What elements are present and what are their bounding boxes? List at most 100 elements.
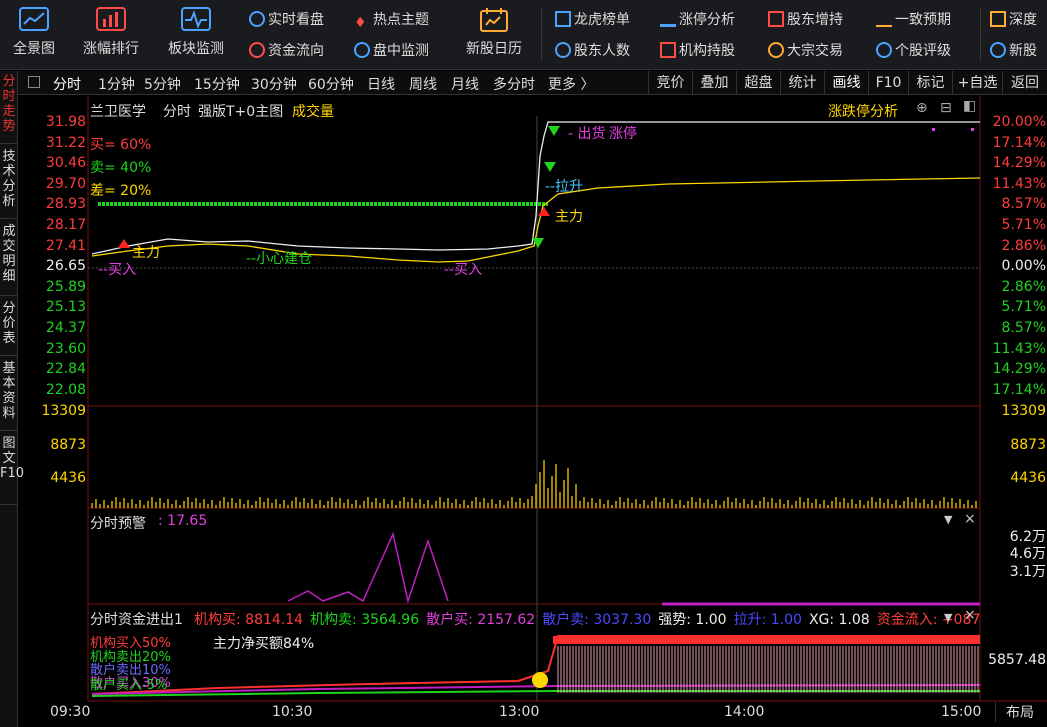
holder-increase-button[interactable]: 股东增持 bbox=[768, 9, 843, 31]
volume-label[interactable]: 成交量 bbox=[292, 101, 334, 121]
tab-trade-detail[interactable]: 成交明细 bbox=[0, 221, 18, 296]
tab-period-month[interactable]: 月线 bbox=[451, 74, 479, 94]
toolbar-divider bbox=[541, 8, 542, 60]
tab-period-1m[interactable]: 1分钟 bbox=[98, 74, 135, 94]
fund-legend-item: 散户卖: 3037.30 bbox=[542, 612, 652, 627]
warn-close-icon[interactable]: × bbox=[964, 511, 976, 527]
add-watchlist-button[interactable]: +自选 bbox=[952, 71, 1002, 95]
draw-line-button[interactable]: 画线 bbox=[824, 71, 868, 95]
panorama-button[interactable]: 全景图 bbox=[1, 4, 67, 66]
buy-marker bbox=[118, 239, 130, 248]
price-tick: 26.65 bbox=[45, 258, 86, 275]
fund-flow-button[interactable]: 资金流向 bbox=[249, 40, 324, 62]
limit-analysis-label[interactable]: 涨跌停分析 bbox=[828, 101, 898, 121]
holder-count-button[interactable]: 股东人数 bbox=[555, 40, 630, 62]
trend-up-icon bbox=[768, 11, 784, 27]
price-tick: 28.93 bbox=[45, 196, 86, 213]
tab-intraday[interactable]: 分时走势 bbox=[0, 71, 18, 144]
yen-icon bbox=[768, 42, 784, 58]
depth-icon bbox=[990, 11, 1006, 27]
fund-legend: 机构买: 8814.14 机构卖: 3564.96 散户买: 2157.62 散户卖:… bbox=[194, 609, 984, 627]
indicator-label[interactable]: 强版T+0主图 bbox=[198, 101, 283, 121]
f10-button[interactable]: F10 bbox=[868, 71, 908, 95]
back-button[interactable]: 返回 bbox=[1002, 71, 1047, 95]
intraday-monitor-button[interactable]: 盘中监测 bbox=[354, 40, 429, 62]
pct-tick: 11.43% bbox=[992, 175, 1046, 192]
tab-period-30m[interactable]: 30分钟 bbox=[251, 74, 297, 94]
chart-canvas[interactable] bbox=[18, 96, 1047, 727]
legend-diff: 差= 20% bbox=[90, 183, 152, 199]
tab-period-intraday[interactable]: 分时 bbox=[53, 74, 81, 94]
auction-button[interactable]: 竞价 bbox=[648, 71, 692, 95]
fund-close-icon[interactable]: × bbox=[964, 607, 976, 623]
price-tick: 25.89 bbox=[45, 278, 86, 295]
fund-dropdown-icon[interactable]: ▼ bbox=[944, 611, 952, 624]
pct-tick: 8.57% bbox=[1001, 196, 1046, 213]
layout-button[interactable]: 布局 bbox=[995, 702, 1034, 722]
tab-price-table[interactable]: 分价表 bbox=[0, 298, 18, 356]
sector-monitor-button[interactable]: 板块监测 bbox=[163, 4, 229, 66]
tab-period-week[interactable]: 周线 bbox=[409, 74, 437, 94]
tab-f10[interactable]: 图文F10 bbox=[0, 433, 24, 505]
monitor-icon bbox=[354, 42, 370, 58]
rise-rank-button[interactable]: 涨幅排行 bbox=[78, 4, 144, 66]
tab-period-60m[interactable]: 60分钟 bbox=[308, 74, 354, 94]
minus-square-icon[interactable]: ⊟ bbox=[940, 100, 952, 116]
realtime-view-button[interactable]: 实时看盘 bbox=[249, 9, 324, 31]
wave-icon bbox=[876, 11, 892, 27]
dragon-icon bbox=[555, 11, 571, 27]
fund-line-label: 散户买入-5% bbox=[90, 678, 168, 693]
new-stock-button[interactable]: 新股 bbox=[990, 40, 1037, 62]
institution-holding-button[interactable]: 机构持股 bbox=[660, 40, 735, 62]
stock-name: 兰卫医学 bbox=[90, 104, 146, 120]
hot-topic-button[interactable]: ♦ 热点主题 bbox=[354, 9, 429, 31]
dot bbox=[932, 128, 935, 131]
vol-axis-right: 8873 bbox=[1010, 437, 1046, 453]
limit-up-analysis-button[interactable]: 涨停分析 bbox=[660, 9, 735, 31]
newstock-icon bbox=[990, 42, 1006, 58]
stock-rating-button[interactable]: 个股评级 bbox=[876, 40, 951, 62]
tab-period-more[interactable]: 更多 〉 bbox=[548, 74, 594, 94]
top-toolbar: 全景图 涨幅排行 板块监测 实时看盘 ♦ 热点主题 资金流向 盘中监测 新股日历 … bbox=[0, 0, 1047, 70]
warn-line bbox=[287, 531, 449, 604]
tab-period-day[interactable]: 日线 bbox=[367, 74, 395, 94]
panel-toggle-icon[interactable] bbox=[28, 76, 40, 88]
annot-main: 主力 bbox=[555, 209, 583, 225]
price-tick: 27.41 bbox=[45, 237, 86, 254]
people-icon bbox=[555, 42, 571, 58]
expand-panel-icon[interactable]: ◧ bbox=[963, 98, 976, 114]
super-button[interactable]: 超盘 bbox=[736, 71, 780, 95]
stats-button[interactable]: 统计 bbox=[780, 71, 824, 95]
x-label: 10:30 bbox=[272, 704, 313, 720]
tab-period-multi[interactable]: 多分时 bbox=[493, 74, 535, 94]
tab-period-5m[interactable]: 5分钟 bbox=[144, 74, 181, 94]
building-icon bbox=[660, 42, 676, 58]
mark-button[interactable]: 标记 bbox=[908, 71, 952, 95]
dragon-tiger-button[interactable]: 龙虎榜单 bbox=[555, 9, 630, 31]
fund-legend-item: 强势: 1.00 bbox=[658, 612, 727, 627]
pct-tick: 20.00% bbox=[992, 114, 1046, 130]
pulse-icon bbox=[181, 7, 211, 31]
annot-limit: 涨停 bbox=[609, 126, 637, 142]
x-label: 14:00 bbox=[724, 704, 765, 720]
flame-icon: ♦ bbox=[354, 15, 367, 31]
pct-tick: 17.14% bbox=[992, 134, 1046, 151]
ipo-calendar-button[interactable]: 新股日历 bbox=[461, 4, 527, 66]
chart-area: 兰卫医学 分时 强版T+0主图 成交量 涨跌停分析 ⊕ ⊟ ◧ 买= 60% 卖… bbox=[18, 96, 1047, 727]
tab-technical[interactable]: 技术分析 bbox=[0, 146, 18, 219]
rating-icon bbox=[876, 42, 892, 58]
overlay-button[interactable]: 叠加 bbox=[692, 71, 736, 95]
consensus-button[interactable]: 一致预期 bbox=[876, 9, 951, 31]
x-label: 15:00 bbox=[941, 704, 982, 720]
tab-period-15m[interactable]: 15分钟 bbox=[194, 74, 240, 94]
warn-dropdown-icon[interactable]: ▼ bbox=[944, 513, 952, 526]
vol-axis-left: 13309 bbox=[41, 403, 86, 419]
warn-value: : 17.65 bbox=[158, 513, 208, 529]
block-trade-button[interactable]: 大宗交易 bbox=[768, 40, 843, 62]
x-label: 13:00 bbox=[499, 704, 540, 720]
add-circle-icon[interactable]: ⊕ bbox=[916, 100, 928, 116]
tab-basic-info[interactable]: 基本资料 bbox=[0, 358, 18, 431]
pct-tick: 5.71% bbox=[1001, 299, 1046, 316]
mode-label: 分时 bbox=[163, 104, 191, 120]
depth-button[interactable]: 深度 bbox=[990, 9, 1037, 31]
